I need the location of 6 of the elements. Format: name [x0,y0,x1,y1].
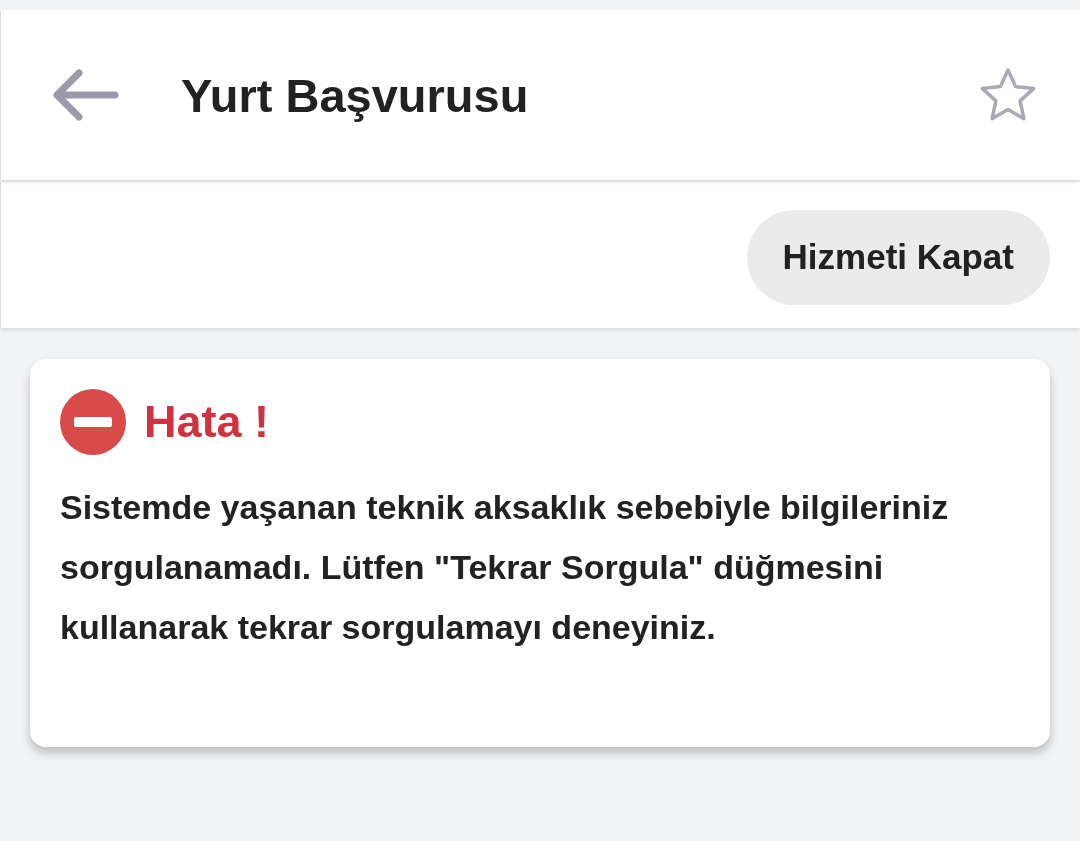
error-message: Sistemde yaşanan teknik aksaklık sebebiyle bilgileriniz sorgulanamadı. Lütfen "Tekrar Sorgula" düğmesini kullanarak tekrar sorgulamayı deneyiniz. [60,487,950,648]
error-title: Hata ! [144,396,270,448]
error-icon [60,389,126,455]
close-service-button[interactable]: Hizmeti Kapat [746,209,1050,305]
page-title: Yurt Başvurusu [181,67,530,123]
back-arrow-icon[interactable] [51,67,119,123]
